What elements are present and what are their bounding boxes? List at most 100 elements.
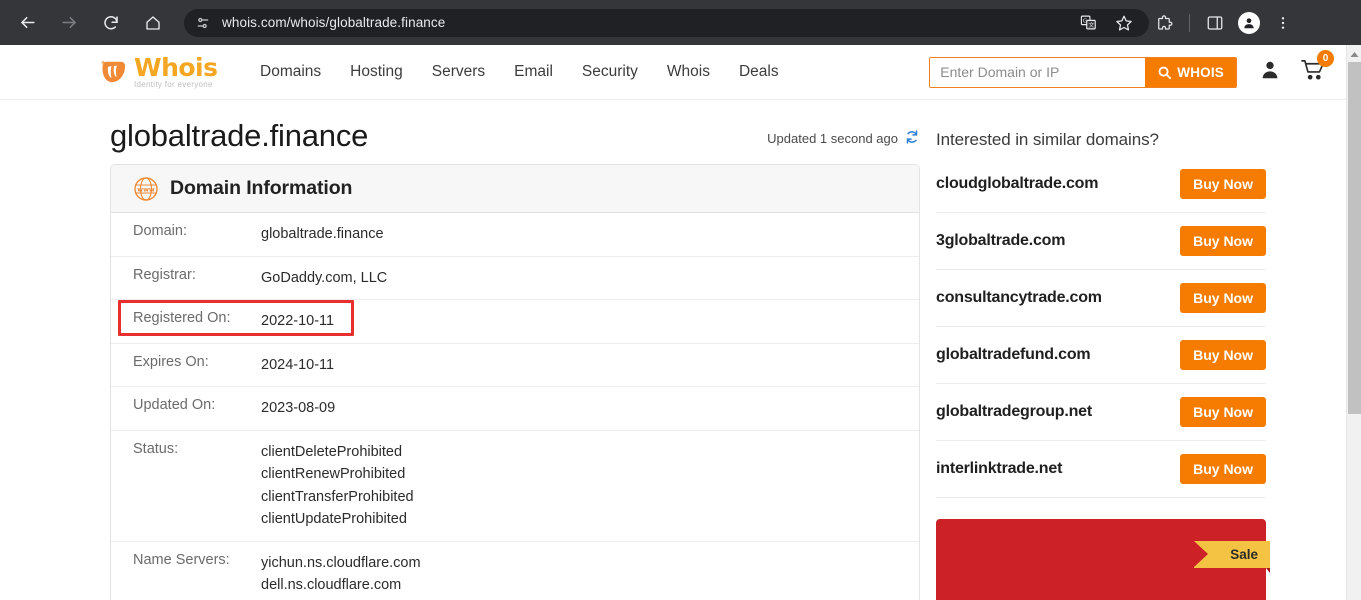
list-item: globaltradegroup.net Buy Now xyxy=(936,384,1266,441)
buy-now-button[interactable]: Buy Now xyxy=(1180,283,1266,313)
nav-item-deals[interactable]: Deals xyxy=(739,63,779,81)
refresh-icon[interactable] xyxy=(904,129,920,148)
site-header: Whois Identity for everyone Domains Host… xyxy=(0,45,1346,100)
title-row: globaltrade.finance Updated 1 second ago xyxy=(110,100,920,164)
buy-now-button[interactable]: Buy Now xyxy=(1180,169,1266,199)
svg-text:www: www xyxy=(137,186,155,193)
row-value: 2022-10-11 xyxy=(261,300,919,344)
table-row: Registrar: GoDaddy.com, LLC xyxy=(111,256,919,300)
name-server-line: yichun.ns.cloudflare.com xyxy=(261,554,421,571)
similar-domains-sidebar: Interested in similar domains? cloudglob… xyxy=(936,100,1270,600)
list-item: cloudglobaltrade.com Buy Now xyxy=(936,156,1266,213)
page-viewport: Whois Identity for everyone Domains Host… xyxy=(0,45,1346,600)
domain-name[interactable]: 3globaltrade.com xyxy=(936,232,1065,250)
site-logo[interactable]: Whois Identity for everyone xyxy=(97,55,235,89)
domain-search-box: WHOIS xyxy=(929,56,1237,88)
domain-information-card: www Domain Information Domain: globaltra… xyxy=(110,164,920,600)
updated-status: Updated 1 second ago xyxy=(767,129,920,154)
row-value: clientDeleteProhibited clientRenewProhib… xyxy=(261,430,919,541)
site-settings-icon[interactable] xyxy=(194,14,212,32)
page-scrollbar[interactable] xyxy=(1346,45,1361,600)
address-bar-url: whois.com/whois/globaltrade.finance xyxy=(222,15,446,30)
buy-now-button[interactable]: Buy Now xyxy=(1180,340,1266,370)
table-row: Updated On: 2023-08-09 xyxy=(111,387,919,431)
list-item: 3globaltrade.com Buy Now xyxy=(936,213,1266,270)
row-value-line: globaltrade.finance xyxy=(261,226,384,242)
row-label: Expires On: xyxy=(133,353,209,370)
domain-info-table: Domain: globaltrade.finance Registrar: G… xyxy=(111,213,919,600)
nav-item-email[interactable]: Email xyxy=(514,63,553,81)
row-value-line: 2024-10-11 xyxy=(261,356,335,373)
status-line: clientTransferProhibited xyxy=(261,488,414,505)
side-panel-icon[interactable] xyxy=(1200,8,1230,38)
translate-icon[interactable]: G 文 xyxy=(1073,8,1103,38)
toolbar-divider xyxy=(1189,13,1190,32)
www-globe-icon: www xyxy=(133,176,159,202)
row-value-line: 2022-10-11 xyxy=(261,313,335,329)
search-input[interactable] xyxy=(930,57,1146,87)
home-button[interactable] xyxy=(138,8,168,38)
nav-item-servers[interactable]: Servers xyxy=(432,63,485,81)
row-label: Name Servers: xyxy=(133,551,230,568)
nav-item-domains[interactable]: Domains xyxy=(260,63,321,81)
list-item: interlinktrade.net Buy Now xyxy=(936,441,1266,498)
table-row-registered-on: Registered On: 2022-10-11 xyxy=(111,300,919,344)
reload-button[interactable] xyxy=(96,8,126,38)
omnibox-actions: G 文 xyxy=(1073,8,1139,38)
buy-now-button[interactable]: Buy Now xyxy=(1180,454,1266,484)
search-icon xyxy=(1158,66,1172,79)
header-icons: 0 xyxy=(1259,50,1334,86)
browser-nav-buttons xyxy=(12,8,168,38)
card-title: Domain Information xyxy=(170,177,353,199)
buy-now-button[interactable]: Buy Now xyxy=(1180,226,1266,256)
row-value: globaltrade.finance xyxy=(261,213,919,256)
table-row-name-servers: Name Servers: yichun.ns.cloudflare.com d… xyxy=(111,541,919,600)
row-label: Status: xyxy=(133,440,179,457)
bookmark-star-icon[interactable] xyxy=(1109,8,1139,38)
back-button[interactable] xyxy=(12,8,42,38)
nav-item-whois[interactable]: Whois xyxy=(667,63,710,81)
domain-name[interactable]: interlinktrade.net xyxy=(936,460,1062,478)
nav-item-security[interactable]: Security xyxy=(582,63,638,81)
cart-button[interactable]: 0 xyxy=(1301,50,1334,86)
account-icon[interactable] xyxy=(1259,59,1281,86)
profile-avatar-icon[interactable] xyxy=(1234,8,1264,38)
address-bar[interactable]: whois.com/whois/globaltrade.finance G 文 xyxy=(184,8,1149,38)
status-line: clientUpdateProhibited xyxy=(261,511,407,527)
row-label-text: Registered On: xyxy=(133,310,231,326)
extensions-icon[interactable] xyxy=(1149,8,1179,38)
table-row-status: Status: clientDeleteProhibited clientRen… xyxy=(111,430,919,541)
chrome-menu-icon[interactable] xyxy=(1268,8,1298,38)
domain-name[interactable]: consultancytrade.com xyxy=(936,289,1102,307)
primary-nav: Domains Hosting Servers Email Security W… xyxy=(260,63,779,81)
row-label: Registered On: xyxy=(111,300,354,344)
sidebar-title: Interested in similar domains? xyxy=(936,130,1159,149)
row-label: Domain: xyxy=(133,223,187,239)
scrollbar-thumb[interactable] xyxy=(1348,62,1361,414)
list-item: consultancytrade.com Buy Now xyxy=(936,270,1266,327)
list-item: globaltradefund.com Buy Now xyxy=(936,327,1266,384)
logo-tagline: Identity for everyone xyxy=(134,80,213,89)
scroll-up-arrow[interactable] xyxy=(1347,47,1361,61)
table-row: Expires On: 2024-10-11 xyxy=(111,343,919,387)
row-value: yichun.ns.cloudflare.com dell.ns.cloudfl… xyxy=(261,541,919,600)
nav-item-hosting[interactable]: Hosting xyxy=(350,63,403,81)
page-content: globaltrade.finance Updated 1 second ago xyxy=(0,100,1346,600)
row-value-line: 2023-08-09 xyxy=(261,400,336,416)
main-column: globaltrade.finance Updated 1 second ago xyxy=(110,100,920,600)
card-header: www Domain Information xyxy=(111,165,919,213)
row-value: 2024-10-11 xyxy=(261,343,919,387)
whois-search-button[interactable]: WHOIS xyxy=(1145,57,1236,87)
sale-ribbon-label: Sale xyxy=(1230,547,1258,562)
cart-count-badge: 0 xyxy=(1317,50,1334,67)
domain-name[interactable]: globaltradegroup.net xyxy=(936,403,1092,421)
page-title: globaltrade.finance xyxy=(110,118,369,153)
domain-name[interactable]: globaltradefund.com xyxy=(936,346,1091,364)
domain-name[interactable]: cloudglobaltrade.com xyxy=(936,175,1098,193)
row-value: 2023-08-09 xyxy=(261,387,919,431)
buy-now-button[interactable]: Buy Now xyxy=(1180,397,1266,427)
promo-banner[interactable]: Sale .space xyxy=(936,519,1270,600)
name-server-line: dell.ns.cloudflare.com xyxy=(261,577,402,593)
row-label: Registrar: xyxy=(133,266,196,283)
forward-button[interactable] xyxy=(54,8,84,38)
